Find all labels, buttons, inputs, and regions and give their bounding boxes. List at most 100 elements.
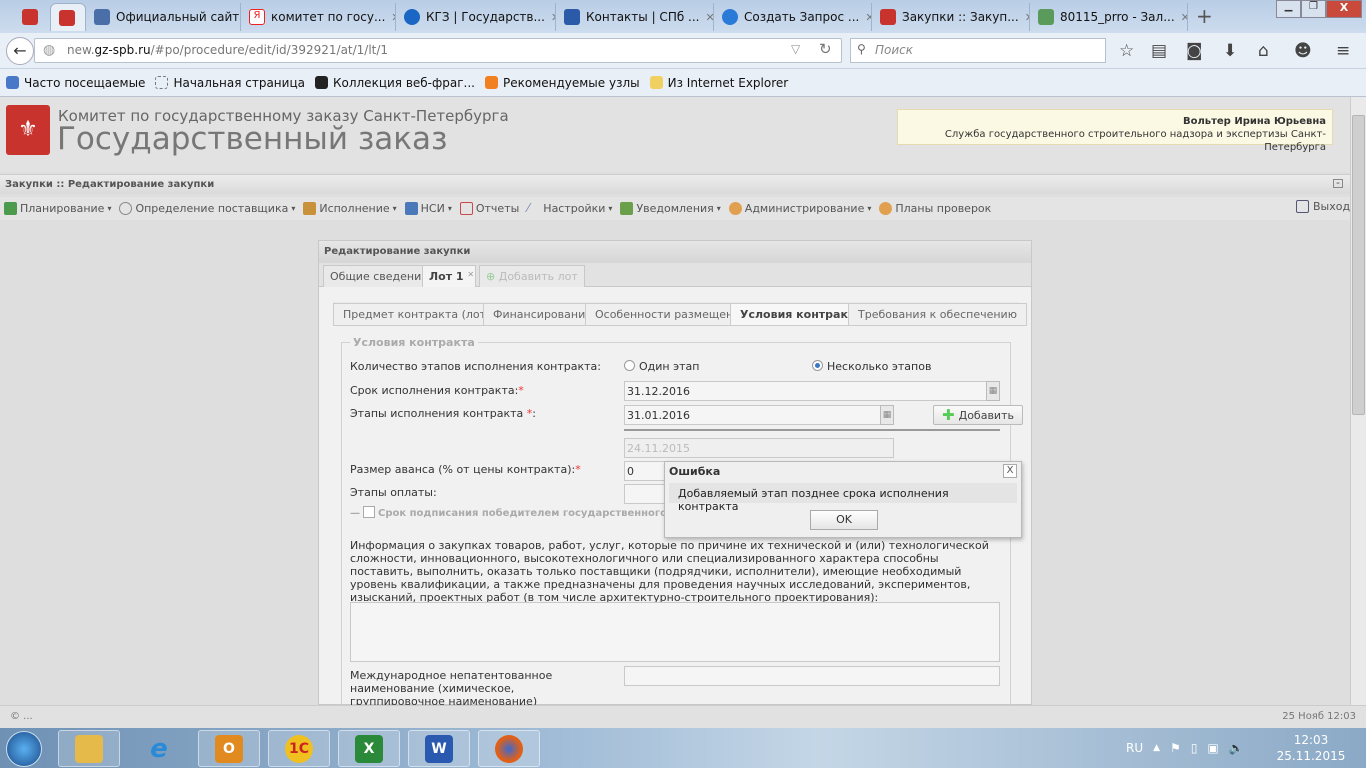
close-tab-icon[interactable]: ✕ xyxy=(865,11,871,24)
fieldset-legend: Условия контракта xyxy=(350,336,478,349)
ok-button[interactable]: OK xyxy=(810,510,878,530)
bookmark-suggested-sites[interactable]: Рекомендуемые узлы xyxy=(484,76,640,90)
menu-nsi[interactable]: НСИ ▾ xyxy=(404,202,452,215)
tab-general[interactable]: Общие сведения xyxy=(323,265,435,287)
menu-administration[interactable]: Администрирование ▾ xyxy=(728,202,871,215)
image-icon xyxy=(1038,9,1054,25)
taskbar-excel[interactable]: X xyxy=(338,730,400,767)
menu-supplier[interactable]: Определение поставщика ▾ xyxy=(119,202,295,215)
radio-one-stage[interactable]: Один этап xyxy=(624,360,699,373)
download-icon[interactable]: ⬇ xyxy=(1223,41,1237,61)
planning-icon xyxy=(4,202,17,215)
subtab-security[interactable]: Требования к обеспечению xyxy=(848,303,1027,326)
page-scrollbar[interactable] xyxy=(1350,97,1366,705)
url-bar[interactable]: new.gz-spb.ru/#po/procedure/edit/id/3929… xyxy=(34,38,842,63)
checkbox-label: Срок подписания победителем государствен… xyxy=(378,508,705,519)
browser-tab[interactable]: Официальный сайт ...✕ xyxy=(86,3,241,31)
bookmark-web-slices[interactable]: Коллекция веб-фраг... xyxy=(314,76,475,90)
browser-tab[interactable]: Контакты | СПб ... ✕ xyxy=(556,3,714,31)
close-tab-icon[interactable]: ✕ xyxy=(467,270,474,279)
new-tab-button[interactable]: + xyxy=(1196,4,1213,28)
dropdown-icon[interactable]: ▽ xyxy=(791,42,800,56)
browser-tab-pinned-spb[interactable] xyxy=(14,3,50,31)
browser-tab[interactable]: КГЗ | Государств...✕ xyxy=(396,3,556,31)
close-tab-icon[interactable]: ✕ xyxy=(1181,11,1187,24)
scrollbar-thumb[interactable] xyxy=(1352,115,1365,415)
taskbar-outlook[interactable]: O xyxy=(198,730,260,767)
inn-field[interactable] xyxy=(624,666,1000,686)
language-indicator[interactable]: RU xyxy=(1126,741,1143,755)
bookmark-most-visited[interactable]: Часто посещаемые xyxy=(6,76,145,90)
show-hidden-icons[interactable]: ▲ xyxy=(1153,743,1160,753)
bookmark-label: Начальная страница xyxy=(173,75,305,90)
exit-button[interactable]: Выход xyxy=(1296,200,1350,213)
bookmark-home-page[interactable]: Начальная страница xyxy=(155,76,305,90)
browser-tab[interactable]: Закупки :: Закуп...✕ xyxy=(872,3,1030,31)
clock-date: 25.11.2015 xyxy=(1276,749,1346,763)
spb-crest-logo: ⚜ xyxy=(6,105,50,155)
device-icon[interactable]: ▯ xyxy=(1191,741,1198,755)
menu-settings[interactable]: ⁄ Настройки ▾ xyxy=(527,201,613,216)
bookmark-star-icon[interactable]: ☆ xyxy=(1119,41,1134,61)
close-dialog-button[interactable]: X xyxy=(1003,464,1017,478)
menu-execution[interactable]: Исполнение ▾ xyxy=(303,202,397,215)
menu-label: Планирование xyxy=(20,202,105,215)
restore-button[interactable]: ❐ xyxy=(1301,0,1326,18)
taskbar-explorer[interactable] xyxy=(58,730,120,767)
info-textarea[interactable] xyxy=(350,602,1000,662)
globe-icon: ◍ xyxy=(43,42,56,58)
action-center-icon[interactable]: ⚑ xyxy=(1170,741,1181,755)
radio-icon xyxy=(624,360,635,371)
stage-date-field[interactable]: 31.01.2016 ▦ xyxy=(624,405,894,425)
back-button[interactable]: ← xyxy=(6,37,34,65)
gears-icon xyxy=(119,202,133,215)
tab-lot-1[interactable]: Лот 1 ✕ xyxy=(422,265,476,287)
radio-selected-icon xyxy=(812,360,823,371)
label-text: Этапы исполнения контракта xyxy=(350,407,527,420)
reading-list-icon[interactable]: ▤ xyxy=(1151,41,1167,61)
stages-list-divider xyxy=(624,429,1000,431)
radio-many-stages[interactable]: Несколько этапов xyxy=(812,360,931,373)
contract-term-date-field[interactable]: 31.12.2016 ▦ xyxy=(624,381,1000,401)
caret-icon: ▾ xyxy=(608,204,613,213)
hello-icon[interactable]: ☻ xyxy=(1294,41,1312,61)
tab-add-lot[interactable]: ⊕ Добавить лот xyxy=(479,265,585,287)
notification-icon xyxy=(620,202,634,215)
menu-notifications[interactable]: Уведомления ▾ xyxy=(620,202,721,215)
subtab-subject[interactable]: Предмет контракта (лота) xyxy=(333,303,508,326)
taskbar-1c[interactable]: 1С xyxy=(268,730,330,767)
menu-reports[interactable]: Отчеты xyxy=(459,202,519,215)
status-left: © ... xyxy=(10,711,33,722)
close-window-button[interactable]: X xyxy=(1326,0,1362,18)
minimize-button[interactable]: ▁ xyxy=(1276,0,1301,18)
reload-icon[interactable]: ↻ xyxy=(819,40,832,58)
taskbar-ie[interactable]: e xyxy=(128,730,190,767)
close-tab-icon[interactable]: ✕ xyxy=(706,11,714,24)
signing-term-checkbox[interactable]: — Срок подписания победителем государстве… xyxy=(350,506,704,519)
wrench-icon: ⁄ xyxy=(527,201,530,215)
calendar-icon[interactable]: ▦ xyxy=(986,381,1000,401)
radio-label: Один этап xyxy=(639,360,700,373)
bookmark-folder-ie[interactable]: Из Internet Explorer xyxy=(649,76,788,90)
home-icon[interactable]: ⌂ xyxy=(1258,41,1269,61)
menu-inspection-plans[interactable]: Планы проверок xyxy=(879,202,991,215)
pocket-icon[interactable]: ◙ xyxy=(1186,41,1203,61)
taskbar-word[interactable]: W xyxy=(408,730,470,767)
network-icon[interactable]: ▣ xyxy=(1207,741,1218,755)
search-input[interactable]: ⚲ Поиск xyxy=(850,38,1106,63)
start-button[interactable] xyxy=(6,731,42,767)
search-icon: ⚲ xyxy=(857,42,866,56)
calendar-icon[interactable]: ▦ xyxy=(880,405,894,425)
taskbar-firefox[interactable] xyxy=(478,730,540,767)
browser-tab[interactable]: Создать Запрос ... ✕ xyxy=(714,3,872,31)
page-title-bar: Закупки :: Редактирование закупки – xyxy=(0,174,1350,194)
browser-tab[interactable]: Якомитет по госу...✕ xyxy=(241,3,396,31)
add-stage-button[interactable]: ✚ Добавить xyxy=(933,405,1023,425)
volume-icon[interactable]: 🔈 xyxy=(1229,741,1244,755)
menu-planning[interactable]: Планирование ▾ xyxy=(4,202,111,215)
browser-tab[interactable]: 80115_prro - Зал... ✕ xyxy=(1030,3,1188,31)
clock[interactable]: 12:03 25.11.2015 xyxy=(1276,732,1346,764)
browser-tab-pinned-active[interactable] xyxy=(50,3,86,31)
menu-icon[interactable]: ≡ xyxy=(1336,41,1350,61)
collapse-icon[interactable]: – xyxy=(1333,179,1343,188)
